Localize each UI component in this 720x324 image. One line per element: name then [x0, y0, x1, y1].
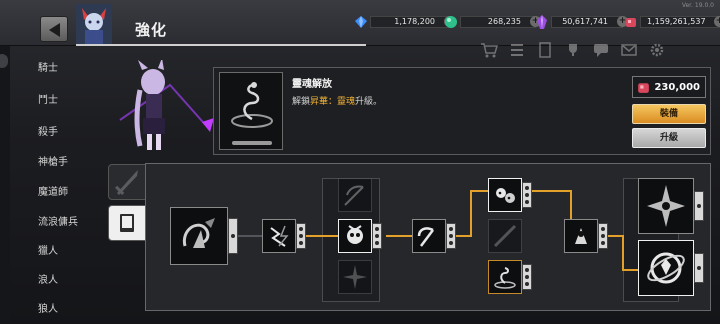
cost-value: 230,000 [654, 82, 700, 93]
tree-node-locked[interactable] [488, 219, 522, 253]
book-tab[interactable] [108, 205, 146, 241]
sword-icon [115, 170, 138, 195]
class-item[interactable]: 流浪傭兵 [38, 213, 78, 228]
currency-red-gem: 1,159,261,537 + [624, 14, 720, 30]
diamond-icon [355, 16, 367, 28]
scythe-icon [417, 227, 434, 247]
skill-info-panel: 靈魂解放 解鎖昇華：靈魂升級。 230,000 裝備 升級 [213, 67, 711, 155]
tree-node-root[interactable] [170, 207, 238, 265]
page-title: 強化 [135, 21, 168, 39]
tree-node[interactable] [262, 219, 306, 253]
desc-highlight: 昇華：靈魂 [310, 97, 356, 107]
soul-icon [494, 267, 516, 289]
tree-node-final[interactable] [638, 178, 704, 234]
node-selector[interactable] [598, 223, 608, 249]
blade-icon [493, 224, 517, 248]
upgrade-cost: 230,000 [632, 76, 706, 98]
node-selector[interactable] [522, 182, 532, 208]
game-screen: Ver. 19.0.0 強化 1,178,200 + 268,235 + [0, 0, 720, 324]
cart-icon[interactable] [480, 42, 498, 58]
class-item[interactable]: 殺手 [38, 123, 58, 138]
chat-icon[interactable] [592, 42, 610, 58]
reaper-icon [575, 228, 587, 244]
book-icon[interactable] [536, 42, 554, 58]
class-item[interactable]: 獵人 [38, 242, 58, 257]
red-gem-icon [626, 18, 636, 27]
lightning-icon [270, 225, 289, 247]
character-sprite [119, 60, 214, 150]
tree-line-active [470, 190, 472, 237]
scythe-icon [344, 185, 364, 206]
back-button[interactable] [40, 16, 68, 42]
tree-node-locked[interactable] [338, 260, 372, 294]
currency-value: 50,617,741 [551, 16, 623, 28]
left-rail [0, 46, 10, 324]
tree-line-active [622, 235, 624, 271]
desc-suffix: 升級。 [355, 97, 383, 107]
skill-description: 解鎖昇華：靈魂升級。 [292, 94, 382, 107]
trophy-icon[interactable] [564, 42, 582, 58]
class-item[interactable]: 魔道師 [38, 183, 68, 198]
tree-node-locked[interactable] [338, 178, 372, 212]
equip-button[interactable]: 裝備 [632, 104, 706, 124]
tree-node-final-active[interactable] [638, 240, 704, 296]
tree-line-active [532, 190, 572, 192]
spark-icon [343, 265, 367, 289]
class-item[interactable]: 浪人 [38, 271, 58, 286]
currency-value: 1,159,261,537 [640, 16, 720, 28]
tree-node-current[interactable] [488, 260, 532, 294]
title-underline [76, 44, 366, 46]
tree-node[interactable] [564, 219, 608, 253]
tree-node[interactable] [412, 219, 456, 253]
tree-node-active[interactable] [338, 219, 382, 253]
tree-node-active[interactable] [488, 178, 532, 212]
class-item[interactable]: 神槍手 [38, 153, 68, 168]
node-selector[interactable] [296, 223, 306, 249]
tree-line-active [470, 190, 488, 192]
orbit-emblem-icon [647, 252, 685, 284]
add-currency-button[interactable]: + [714, 16, 720, 27]
soul-icon [231, 82, 273, 128]
red-gem-icon [638, 83, 649, 93]
skill-preview [219, 72, 283, 150]
character-avatar [76, 4, 112, 44]
node-selector[interactable] [228, 218, 238, 254]
node-selector[interactable] [694, 253, 704, 283]
skull-swarm-icon [496, 188, 515, 203]
currency-value: 1,178,200 [370, 16, 450, 28]
back-arrow-icon [49, 23, 60, 37]
currency-purple-crystal: 50,617,741 + [535, 14, 628, 30]
soul-spirit-icon [182, 218, 215, 248]
green-orb-icon [445, 16, 457, 28]
class-item[interactable]: 騎士 [38, 59, 58, 74]
skill-level-bar [232, 141, 272, 145]
purple-crystal-icon [537, 15, 547, 29]
node-selector[interactable] [446, 223, 456, 249]
tree-line-active [386, 235, 412, 237]
desc-prefix: 解鎖 [292, 97, 311, 107]
node-selector[interactable] [522, 264, 532, 290]
upgrade-button[interactable]: 升級 [632, 128, 706, 148]
sword-tab[interactable] [108, 164, 146, 200]
menu-icon-row [480, 42, 666, 58]
currency-diamond: 1,178,200 + [354, 14, 455, 30]
top-bar: Ver. 19.0.0 強化 1,178,200 + 268,235 + [0, 0, 720, 46]
class-item[interactable]: 狼人 [38, 300, 58, 315]
class-item[interactable]: 鬥士 [38, 91, 58, 106]
gear-icon[interactable] [648, 42, 666, 58]
currency-green-orb: 268,235 + [444, 14, 541, 30]
node-selector[interactable] [694, 191, 704, 221]
star-emblem-icon [647, 185, 685, 227]
rail-handle[interactable] [0, 54, 8, 68]
skull-icon [347, 225, 363, 244]
currency-value: 268,235 [460, 16, 536, 28]
book-icon [120, 214, 134, 232]
skill-tree-panel [145, 163, 711, 311]
version-label: Ver. 19.0.0 [681, 2, 714, 9]
skill-name: 靈魂解放 [292, 79, 332, 90]
node-selector[interactable] [372, 223, 382, 249]
mail-icon[interactable] [620, 42, 638, 58]
menu-icon[interactable] [508, 42, 526, 58]
